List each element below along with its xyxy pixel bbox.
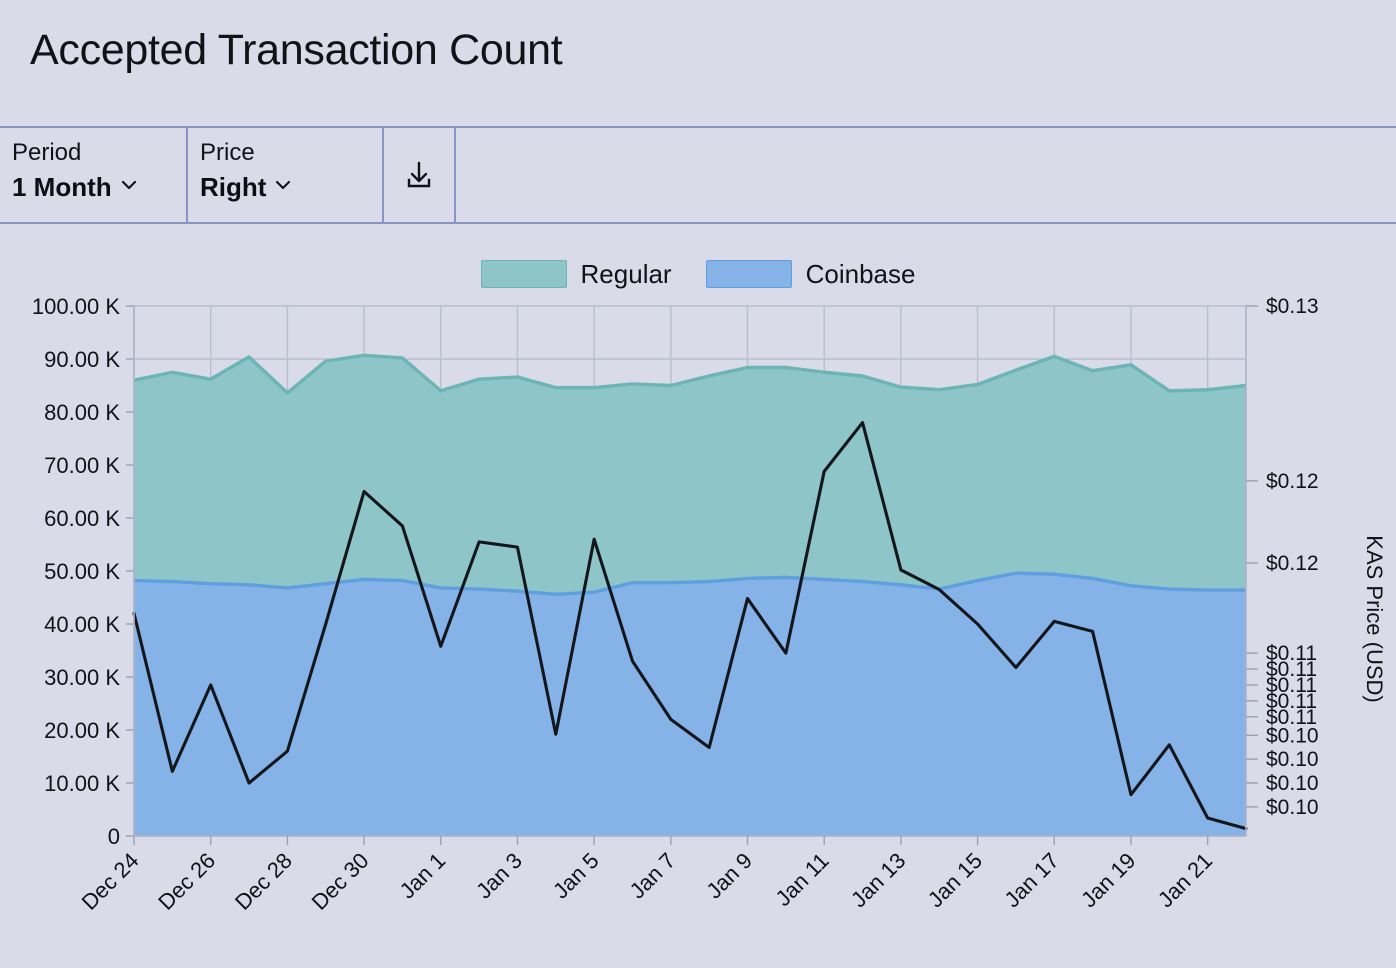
price-value: Right	[200, 170, 266, 204]
x-axis-tick-label: Jan 17	[999, 848, 1063, 912]
page-title: Accepted Transaction Count	[30, 26, 562, 75]
x-axis-tick-label: Dec 28	[230, 848, 297, 915]
y-axis-tick-label-right: $0.12	[1266, 470, 1319, 493]
x-axis-tick-label: Jan 11	[771, 848, 834, 911]
x-axis-tick-label: Jan 15	[923, 848, 987, 912]
period-label: Period	[12, 138, 172, 168]
y-axis-tick-label: 20.00 K	[44, 718, 120, 743]
x-axis-tick-label: Jan 21	[1153, 848, 1217, 912]
period-value-row[interactable]: 1 Month	[12, 170, 172, 204]
download-icon	[402, 158, 436, 192]
period-value: 1 Month	[12, 170, 112, 204]
chart-area: 100.00 K 90.00 K 80.00 K 70.00 K 60.00 K 50.0…	[0, 290, 1396, 968]
chart-toolbar: Period 1 Month Price Right	[0, 126, 1396, 224]
chevron-down-icon	[121, 177, 137, 193]
y-axis-tick-label: 0	[108, 824, 120, 849]
x-axis-tick-label: Dec 30	[307, 848, 374, 915]
y-axis-tick-label: 60.00 K	[44, 506, 120, 531]
legend-label-regular: Regular	[581, 259, 672, 290]
chevron-down-icon	[275, 177, 291, 193]
y-axis-tick-label: 50.00 K	[44, 559, 120, 584]
legend-item-coinbase[interactable]: Coinbase	[706, 259, 916, 290]
x-axis-tick-label: Jan 13	[846, 848, 910, 912]
y-axis-tick-label: 10.00 K	[44, 771, 120, 796]
y-axis-tick-label-right: $0.13	[1266, 295, 1319, 318]
x-axis-tick-label: Dec 26	[153, 848, 220, 915]
x-axis-tick-label: Dec 24	[77, 848, 144, 915]
page-header: Accepted Transaction Count	[0, 0, 1396, 126]
y-axis-tick-label: 30.00 K	[44, 665, 120, 690]
area-regular	[134, 355, 1246, 594]
y-axis-tick-label-right: $0.10	[1266, 748, 1319, 771]
chart-page: Accepted Transaction Count Period 1 Mont…	[0, 0, 1396, 968]
legend-label-coinbase: Coinbase	[806, 259, 916, 290]
period-selector[interactable]: Period 1 Month	[0, 128, 188, 222]
legend-swatch-regular	[481, 260, 567, 288]
y-axis-tick-label: 80.00 K	[44, 400, 120, 425]
toolbar-filler	[456, 128, 1396, 222]
price-value-row[interactable]: Right	[200, 170, 368, 204]
y-axis-tick-label: 70.00 K	[44, 453, 120, 478]
y-axis-tick-label: 90.00 K	[44, 347, 120, 372]
x-axis-tick-label: Jan 9	[701, 848, 757, 904]
y-axis-tick-label-right: $0.10	[1266, 796, 1319, 819]
x-axis-tick-label: Jan 1	[395, 848, 451, 904]
price-axis-selector[interactable]: Price Right	[188, 128, 384, 222]
y-axis-tick-label-right: $0.10	[1266, 772, 1319, 795]
legend-item-regular[interactable]: Regular	[481, 259, 672, 290]
price-label: Price	[200, 138, 368, 168]
download-button[interactable]	[384, 128, 456, 222]
y-axis-tick-label: 100.00 K	[32, 294, 120, 319]
legend-swatch-coinbase	[706, 260, 792, 288]
chart-svg: 100.00 K 90.00 K 80.00 K 70.00 K 60.00 K 50.0…	[0, 290, 1396, 968]
x-axis-tick-label: Jan 7	[625, 848, 681, 904]
right-axis-title: KAS Price (USD)	[1362, 535, 1387, 702]
x-axis-tick-label: Jan 19	[1076, 848, 1140, 912]
y-axis-tick-label: 40.00 K	[44, 612, 120, 637]
x-axis-tick-label: Jan 5	[548, 848, 604, 904]
y-axis-tick-label-right: $0.12	[1266, 552, 1319, 575]
y-axis-tick-label-right: $0.10	[1266, 724, 1319, 747]
x-axis-tick-label: Jan 3	[471, 848, 527, 904]
